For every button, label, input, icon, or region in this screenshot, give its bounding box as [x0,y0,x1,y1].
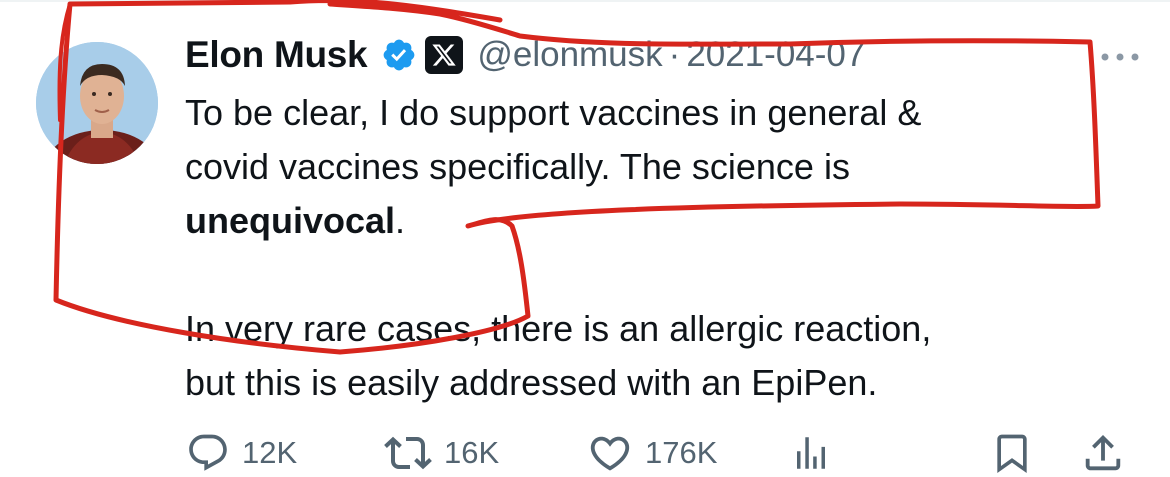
x-badge-icon [425,36,464,74]
divider [0,0,1170,2]
author-handle[interactable]: @elonmusk [477,35,662,75]
author-name[interactable]: Elon Musk [185,34,368,76]
bookmark-icon [997,434,1027,474]
tweet-text: To be clear, I do support vaccines in ge… [185,86,1105,410]
tweet-date[interactable]: 2021-04-07 [686,35,865,75]
tweet-text-line: unequivocal. [185,194,1105,248]
verified-badge-icon [381,37,417,73]
share-button[interactable] [1080,430,1126,476]
views-button[interactable] [790,430,832,476]
tweet-text-line: covid vaccines specifically. The science… [185,146,850,187]
tweet-text-line: but this is easily addressed with an Epi… [185,362,878,403]
tweet-text-line: To be clear, I do support vaccines in ge… [185,92,922,133]
like-count: 176K [645,435,718,470]
like-button[interactable]: 176K [587,430,717,476]
period: . [395,200,406,241]
share-icon [1085,434,1121,471]
repost-count: 16K [444,435,500,470]
tweet-card[interactable]: Elon Musk @elonmusk · 2021-04-07 To be c… [0,0,1170,477]
views-icon [797,437,825,469]
repost-button[interactable]: 16K [384,430,499,476]
reply-button[interactable]: 12K [186,430,297,476]
separator-dot: · [668,35,681,74]
repost-icon [384,436,432,470]
tweet-text-line: In very rare cases, there is an allergic… [185,308,932,349]
bookmark-button[interactable] [990,430,1034,476]
avatar[interactable] [36,42,158,164]
tweet-header: Elon Musk @elonmusk · 2021-04-07 [185,30,865,80]
action-bar: 12K 16K 176K [0,430,1170,476]
more-options-icon[interactable] [1100,52,1140,62]
reply-icon [189,434,227,471]
reply-count: 12K [242,435,298,470]
bold-word: unequivocal [185,200,396,241]
like-icon [590,436,630,471]
